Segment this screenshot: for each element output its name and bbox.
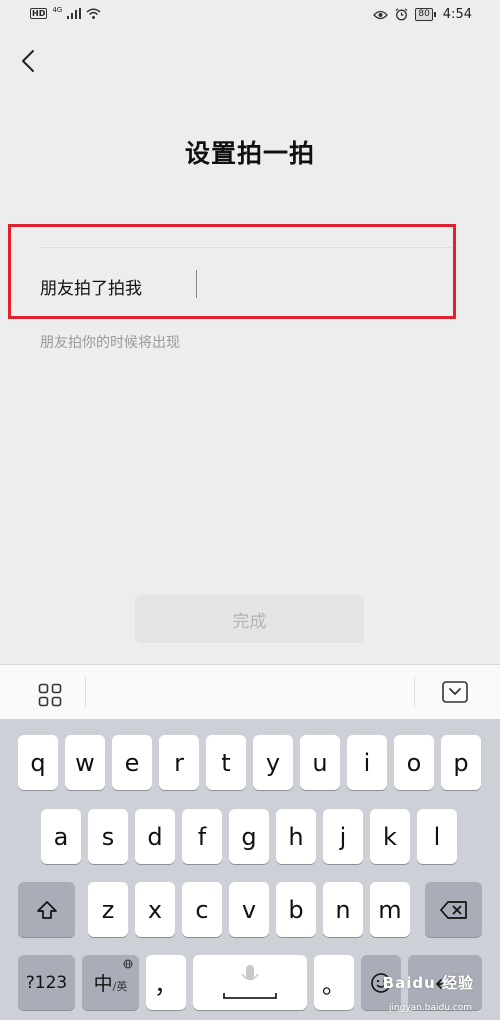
key-e[interactable]: e [112,735,152,790]
input-hint: 朋友拍你的时候将出现 [40,335,180,351]
key-w[interactable]: w [65,735,105,790]
chevron-left-icon [22,50,34,72]
clock: 4:54 [442,7,472,22]
shift-arrow-icon [36,900,57,919]
hide-keyboard-button[interactable] [442,681,468,707]
signal-icon [67,8,82,19]
baidu-watermark: Baidu 经验 [382,974,474,992]
keyboard-collapse-icon [442,681,468,703]
key-k[interactable]: k [370,809,410,864]
period-key[interactable]: 。 [314,955,354,1010]
status-right: 80 4:54 [373,7,472,22]
language-switch-key[interactable]: 中 /英 [82,955,139,1010]
key-z[interactable]: z [88,882,128,937]
key-f[interactable]: f [182,809,222,864]
key-c[interactable]: c [182,882,222,937]
wifi-icon [86,8,101,19]
keyboard-toolbar [0,664,500,720]
toolbar-divider [414,677,415,707]
key-g[interactable]: g [229,809,269,864]
key-x[interactable]: x [135,882,175,937]
lang-main-label: 中 [93,973,113,995]
microphone-icon [223,965,277,999]
key-m[interactable]: m [370,882,410,937]
lang-sub-label: /英 [112,979,128,993]
page-title: 设置拍一拍 [184,139,315,168]
key-b[interactable]: b [276,882,316,937]
space-key[interactable] [193,955,307,1010]
key-j[interactable]: j [323,809,363,864]
battery-level: 80 [415,8,433,21]
status-left: HD 4G [30,5,101,19]
grid-icon [38,683,62,707]
key-s[interactable]: s [88,809,128,864]
numbers-key[interactable]: ?123 [18,955,75,1010]
key-q[interactable]: q [18,735,58,790]
status-bar: HD 4G 80 4:54 [0,0,500,32]
backspace-key[interactable] [425,882,482,937]
key-a[interactable]: a [41,809,81,864]
key-d[interactable]: d [135,809,175,864]
battery: 80 [415,8,436,21]
key-t[interactable]: t [206,735,246,790]
done-button[interactable]: 完成 [135,595,364,643]
alarm-icon [395,8,408,21]
baidu-watermark-url: jingyan.baidu.com [388,1003,472,1013]
key-i[interactable]: i [347,735,387,790]
key-u[interactable]: u [300,735,340,790]
key-v[interactable]: v [229,882,269,937]
key-l[interactable]: l [417,809,457,864]
key-r[interactable]: r [159,735,199,790]
toolbar-divider [85,677,86,707]
key-p[interactable]: p [441,735,481,790]
eye-icon [373,10,389,19]
key-o[interactable]: o [394,735,434,790]
network-type: 4G [52,5,63,14]
shift-key[interactable] [18,882,75,937]
highlight-annotation [8,224,456,319]
globe-icon [123,959,133,969]
keyboard-menu-button[interactable] [38,683,62,711]
key-n[interactable]: n [323,882,363,937]
back-button[interactable] [13,44,43,78]
comma-key[interactable]: ， [146,955,186,1010]
key-h[interactable]: h [276,809,316,864]
battery-tip [433,12,436,17]
hd-badge: HD [30,8,48,19]
backspace-icon [439,900,467,919]
key-y[interactable]: y [253,735,293,790]
